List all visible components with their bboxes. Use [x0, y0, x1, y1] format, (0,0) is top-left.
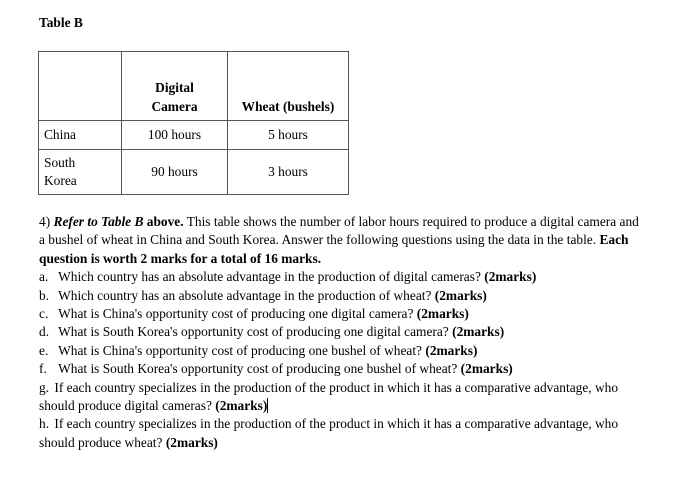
question-item-c: c. What is China's opportunity cost of p… [39, 305, 639, 323]
item-text: What is China's opportunity cost of prod… [58, 342, 426, 358]
above-text: above. [146, 214, 184, 229]
item-label: e. [39, 342, 49, 358]
header-cell-empty [38, 51, 122, 121]
country-line2: Korea [44, 173, 77, 188]
question-number: 4) [39, 214, 51, 229]
item-marks: (2marks) [460, 361, 513, 377]
cell-wheat: 3 hours [227, 149, 349, 195]
cell-wheat: 5 hours [227, 120, 349, 150]
header-cell-camera: Digital Camera [121, 51, 228, 121]
question-intro: 4) Refer to Table B above. This table sh… [39, 213, 639, 268]
question-item-a: a. Which country has an absolute advanta… [39, 268, 639, 286]
table-row: South Korea 90 hours 3 hours [38, 149, 349, 195]
item-text: If each country specializes in the produ… [39, 379, 619, 414]
item-label: h. [39, 416, 50, 432]
cell-camera: 90 hours [121, 149, 228, 195]
item-text: What is South Korea's opportunity cost o… [58, 361, 461, 377]
item-marks: (2marks) [165, 434, 218, 450]
cell-country: China [38, 120, 122, 150]
table-row: China 100 hours 5 hours [38, 120, 349, 150]
header-cell-wheat: Wheat (bushels) [227, 51, 349, 121]
country-line1: South [44, 155, 76, 170]
item-marks: (2marks) [484, 269, 537, 285]
data-table: Digital Camera Wheat (bushels) China 100 … [38, 51, 349, 195]
question-item-g: g. If each country specializes in the pr… [39, 379, 639, 416]
item-label: a. [39, 269, 49, 285]
text-cursor [267, 398, 269, 414]
item-marks: (2marks) [215, 398, 268, 414]
item-text: If each country specializes in the produ… [39, 416, 619, 450]
item-text: Which country has an absolute advantage … [58, 287, 435, 303]
table-header-row: Digital Camera Wheat (bushels) [38, 51, 349, 121]
table-title: Table B [39, 15, 83, 30]
item-text: What is China's opportunity cost of prod… [58, 306, 417, 322]
cell-country: South Korea [38, 149, 122, 195]
question-item-f: f. What is South Korea's opportunity cos… [39, 360, 639, 378]
question-item-b: b. Which country has an absolute advanta… [39, 287, 639, 305]
item-text: Which country has an absolute advantage … [58, 269, 485, 285]
item-label: b. [39, 287, 50, 303]
item-marks: (2marks) [425, 342, 478, 358]
item-label: d. [39, 324, 50, 340]
item-label: c. [39, 306, 49, 322]
item-text: What is South Korea's opportunity cost o… [58, 324, 453, 340]
item-marks: (2marks) [416, 306, 469, 322]
item-marks: (2marks) [452, 324, 505, 340]
header-camera-line2: Camera [151, 99, 198, 114]
question-block: 4) Refer to Table B above. This table sh… [39, 213, 639, 452]
item-label: g. [39, 379, 50, 395]
question-item-h: h. If each country specializes in the pr… [39, 415, 639, 452]
question-item-d: d. What is South Korea's opportunity cos… [39, 323, 639, 341]
question-item-e: e. What is China's opportunity cost of p… [39, 342, 639, 360]
refer-text: Refer to Table B [53, 214, 144, 229]
cell-camera: 100 hours [121, 120, 228, 150]
item-marks: (2marks) [434, 287, 487, 303]
item-label: f. [39, 361, 47, 377]
header-camera-line1: Digital [155, 80, 194, 95]
